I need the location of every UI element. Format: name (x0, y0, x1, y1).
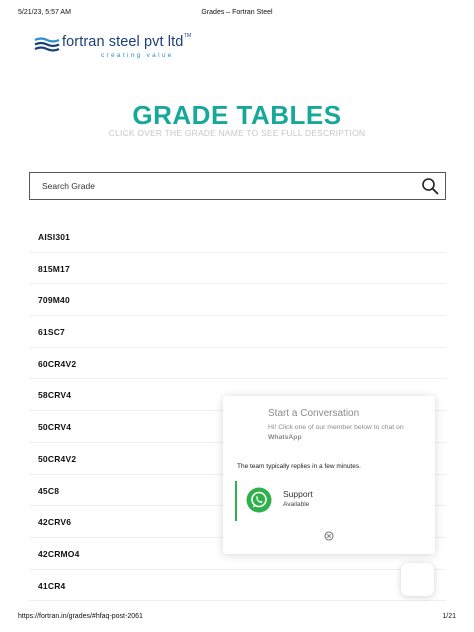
chat-app-name: WhatsApp (268, 434, 302, 441)
print-footer: https://fortran.in/grades/#hfaq-post-206… (18, 613, 456, 623)
grade-item[interactable]: 60CR4V2 (29, 348, 446, 380)
trademark: TM (184, 33, 192, 39)
chat-title: Start a Conversation (268, 408, 360, 419)
grade-item[interactable]: 41CR4 (29, 570, 446, 602)
grade-item[interactable]: AISI301 (29, 221, 446, 253)
chat-intro: Hi! Click one of our member below to cha… (268, 423, 418, 443)
page-number: 1/21 (442, 613, 456, 620)
brand-logo[interactable]: fortran steel pvt ltd TM creating value (34, 33, 194, 63)
grade-name[interactable]: 60CR4V2 (38, 359, 76, 369)
grade-item[interactable]: 709M40 (29, 284, 446, 317)
logo-mark-icon (34, 37, 60, 52)
grade-name[interactable]: 50CR4V2 (38, 454, 76, 464)
search-bar (29, 172, 446, 200)
support-agent-card[interactable]: Support Available (235, 481, 425, 521)
grade-name[interactable]: 58CRV4 (38, 390, 71, 400)
brand-tagline: creating value (101, 52, 174, 59)
search-icon[interactable] (421, 177, 439, 195)
grade-name[interactable]: 709M40 (38, 295, 70, 305)
grade-name[interactable]: 45C8 (38, 486, 59, 496)
grade-name[interactable]: 815M17 (38, 264, 70, 274)
whatsapp-icon (246, 487, 272, 513)
grade-name[interactable]: 41CR4 (38, 581, 65, 591)
print-header: 5/21/23, 5:57 AM Grades – Fortran Steel (18, 9, 456, 19)
grade-name[interactable]: 42CRV6 (38, 517, 71, 527)
grade-name[interactable]: 61SC7 (38, 327, 65, 337)
chat-popup: Start a Conversation Hi! Click one of ou… (223, 396, 435, 554)
search-input[interactable] (42, 178, 402, 194)
support-agent-name: Support (283, 489, 313, 499)
chat-intro-text: Hi! Click one of our member below to cha… (268, 424, 404, 431)
support-agent-status: Available (283, 501, 310, 508)
page-url: https://fortran.in/grades/#hfaq-post-206… (18, 613, 143, 620)
brand-name: fortran steel pvt ltd (62, 34, 184, 50)
page-title: GRADE TABLES (132, 100, 342, 130)
grade-item[interactable]: 61SC7 (29, 316, 446, 348)
close-chat-icon[interactable] (323, 530, 335, 542)
grade-name[interactable]: 50CRV4 (38, 422, 71, 432)
print-page-title: Grades – Fortran Steel (201, 9, 273, 16)
grade-item[interactable]: 815M17 (29, 253, 446, 285)
reply-time-note: The team typically replies in a few minu… (237, 463, 361, 470)
page-subtitle: CLICK OVER THE GRADE NAME TO SEE FULL DE… (108, 128, 366, 138)
grade-name[interactable]: 42CRMO4 (38, 549, 80, 559)
grade-name[interactable]: AISI301 (38, 232, 70, 242)
chat-launcher-button[interactable] (401, 563, 434, 596)
